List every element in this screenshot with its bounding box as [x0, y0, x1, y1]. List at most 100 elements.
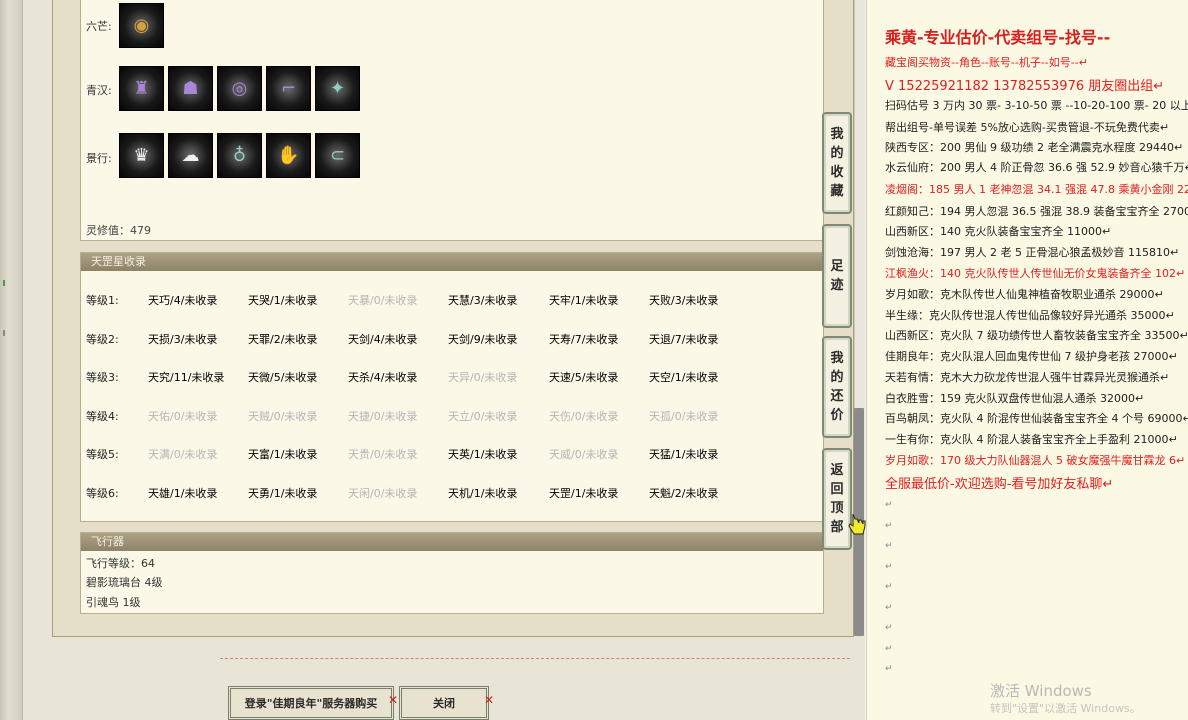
side-button-char: 还 [830, 389, 844, 404]
star-cell: 天空/1/未收录 [649, 371, 719, 384]
document-line: 半生缘：克火队传世混人传世仙品像较好异光通杀 35000↵ [885, 309, 1175, 322]
star-cell: 天机/1/未收录 [448, 487, 518, 500]
side-button-char: 我 [830, 351, 844, 366]
document-line: 全服最低价-欢迎选购-看号加好友私聊↵ [885, 477, 1114, 492]
star-cell: 天慧/3/未收录 [448, 294, 518, 307]
windows-activation-watermark: 激活 Windows [990, 682, 1092, 700]
flyer-item: 碧影琉璃台 4级 [86, 576, 163, 589]
star-cell: 天贼/0/未收录 [248, 410, 318, 423]
document-line: 岁月如歌：170 级大力队仙器混人 5 破女魔强牛魔甘霖龙 6↵ [885, 454, 1186, 467]
empty-paragraph-mark: ↵ [885, 541, 893, 551]
star-cell: 天伤/0/未收录 [549, 410, 619, 423]
equipment-panel [80, 0, 824, 241]
star-cell: 天杀/4/未收录 [348, 371, 418, 384]
empty-paragraph-mark: ↵ [885, 602, 893, 613]
staff-icon[interactable]: ✦ [315, 66, 360, 111]
star-cell: 天退/7/未收录 [649, 333, 719, 346]
star-collection-header: 天罡星收录 [81, 253, 823, 271]
star-cell: 天佑/0/未收录 [148, 410, 218, 423]
star-cell: 天牢/1/未收录 [549, 294, 619, 307]
gloves-icon[interactable]: ✋ [266, 133, 311, 178]
star-cell: 天富/1/未收录 [248, 448, 318, 461]
empty-paragraph-mark: ↵ [885, 623, 893, 633]
robe-icon[interactable]: ♛ [119, 133, 164, 178]
armor-icon[interactable]: ♜ [119, 66, 164, 111]
star-cell: 天巧/4/未收录 [148, 294, 218, 307]
document-line: 水云仙府：200 男人 4 阶正骨忽 36.6 强 52.9 妙音心猿千万↵ [885, 161, 1188, 174]
document-line: 山西新区：克火队 7 级功绩传世人畜牧装备宝宝齐全 33500↵ [885, 329, 1188, 342]
document-title: 乘黄-专业估价-代卖组号-找号-- [885, 28, 1111, 47]
empty-paragraph-mark: ↵ [885, 520, 893, 531]
star-cell: 天罪/2/未收录 [248, 333, 318, 346]
close-x-icon: ✕ [388, 693, 399, 707]
star-cell: 天满/0/未收录 [148, 448, 218, 461]
star-cell: 天暴/0/未收录 [348, 294, 418, 307]
side-button-char: 返 [830, 463, 844, 478]
flyer-panel: 飞行器 [80, 532, 824, 614]
document-line: 山西新区：140 克火队装备宝宝齐全 11000↵ [885, 225, 1112, 238]
side-button-char: 价 [830, 408, 844, 423]
side-button-char: 我 [830, 127, 844, 142]
equip-row-label: 六芒: [86, 20, 112, 33]
document-line: 岁月如歌：克木队传世人仙鬼神植奋牧职业通杀 29000↵ [885, 288, 1164, 301]
star-level-label: 等级1: [86, 294, 119, 307]
document-line: 剑蚀沧海：197 男人 2 老 5 正骨混心狼孟极妙音 115810↵ [885, 246, 1180, 259]
close-x-icon: ✕ [484, 693, 495, 707]
footprint-button[interactable]: 足迹 [822, 224, 852, 328]
side-button-char: 的 [830, 370, 844, 385]
star-level-label: 等级4: [86, 410, 119, 423]
belt-icon[interactable]: ⊂ [315, 133, 360, 178]
equip-row-jingxing: ♛ ☁ ♁ ✋ ⊂ [119, 133, 360, 178]
side-button-char: 顶 [830, 501, 844, 516]
side-button-char: 足 [830, 259, 844, 274]
star-cell: 天损/3/未收录 [148, 333, 218, 346]
document-line: 帮出组号-单号误差 5%放心选购-买贵管退-不玩免费代卖↵ [885, 121, 1170, 134]
side-button-char: 迹 [830, 278, 844, 293]
star-cell: 天贵/0/未收录 [348, 448, 418, 461]
login-purchase-button[interactable]: 登录"佳期良年"服务器购买 [228, 686, 394, 720]
left-edge-strip [0, 0, 23, 720]
document-line: 江枫渔火：140 克火队传世人传世仙无价女鬼装备齐全 102↵ [885, 267, 1186, 280]
empty-paragraph-mark: ↵ [885, 582, 893, 592]
flyer-item: 引魂鸟 1级 [86, 596, 141, 609]
star-cell: 天威/0/未收录 [549, 448, 619, 461]
boots-icon[interactable]: ⌐ [266, 66, 311, 111]
star-cell: 天速/5/未收录 [549, 371, 619, 384]
bracelet-icon[interactable]: ◎ [217, 66, 262, 111]
empty-paragraph-mark: ↵ [885, 500, 893, 510]
star-level-label: 等级2: [86, 333, 119, 346]
ring-icon[interactable]: ◉ [119, 3, 164, 48]
star-level-label: 等级6: [86, 487, 119, 500]
empty-paragraph-mark: ↵ [885, 643, 893, 654]
star-cell: 天究/11/未收录 [148, 371, 225, 384]
equip-row-liumang: ◉ [119, 3, 164, 48]
star-cell: 天微/5/未收录 [248, 371, 318, 384]
windows-activation-hint: 转到"设置"以激活 Windows。 [990, 702, 1141, 715]
empty-paragraph-mark: ↵ [885, 561, 893, 572]
star-cell: 天罡/1/未收录 [549, 487, 619, 500]
helmet-icon[interactable]: ☁ [168, 133, 213, 178]
side-button-char: 部 [830, 520, 844, 535]
empty-paragraph-mark: ↵ [885, 664, 893, 674]
my-favorites-button[interactable]: 我的收藏 [822, 112, 852, 214]
star-cell: 天异/0/未收录 [448, 371, 518, 384]
star-cell: 天雄/1/未收录 [148, 487, 218, 500]
lingxiu-value: 灵修值：479 [86, 224, 151, 237]
document-line: 陕西专区：200 男仙 9 级功绩 2 老全满震克水程度 29440↵ [885, 141, 1184, 154]
amulet-icon[interactable]: ♁ [217, 133, 262, 178]
my-bargain-button[interactable]: 我的还价 [822, 336, 852, 438]
document-line: 百鸟朝凤：克火队 4 阶混传世仙装备宝宝齐全 4 个号 69000↵ [885, 412, 1188, 425]
star-cell: 天魁/2/未收录 [649, 487, 719, 500]
document-line: 凌烟阁：185 男人 1 老神忽混 34.1 强混 47.8 乘黄小金刚 22↵ [885, 183, 1188, 196]
close-button[interactable]: 关闭 [399, 686, 489, 720]
star-cell: 天立/0/未收录 [448, 410, 518, 423]
flyer-level: 飞行等级：64 [86, 557, 155, 570]
star-cell: 天捷/0/未收录 [348, 410, 418, 423]
side-button-char: 回 [830, 482, 844, 497]
side-button-char: 收 [830, 165, 844, 180]
star-cell: 天勇/1/未收录 [248, 487, 318, 500]
star-cell: 天剑/9/未收录 [448, 333, 518, 346]
document-line: 红颜知己：194 男人忽混 36.5 强混 38.9 装备宝宝齐全 2700↵ [885, 205, 1188, 218]
document-line: 佳期良年：克火队混人回血鬼传世仙 7 级护身老孩 27000↵ [885, 350, 1178, 363]
mask-icon[interactable]: ☗ [168, 66, 213, 111]
